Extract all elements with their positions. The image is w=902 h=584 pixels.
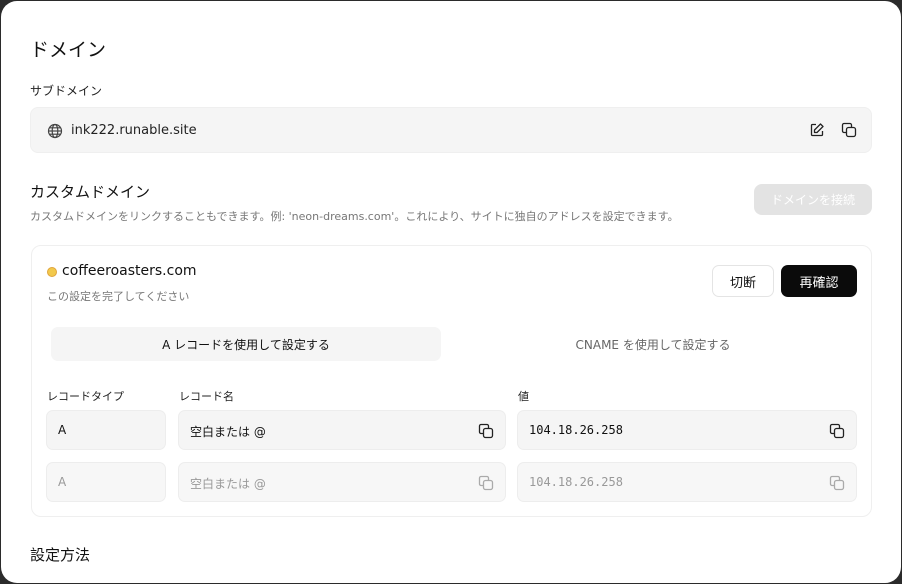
record-name-field: 空白または @ xyxy=(178,462,506,502)
subdomain-label: サブドメイン xyxy=(30,84,103,98)
copy-icon[interactable] xyxy=(840,121,858,139)
record-value: 104.18.26.258 xyxy=(529,423,623,437)
tab-cname[interactable]: CNAME を使用して設定する xyxy=(451,327,855,361)
custom-domain-description: カスタムドメインをリンクすることもできます。例: 'neon-dreams.co… xyxy=(30,210,679,223)
pending-status-icon xyxy=(47,267,57,277)
record-name-value: 空白または @ xyxy=(190,477,266,491)
domain-status-text: この設定を完了してください xyxy=(47,290,190,303)
copy-icon[interactable] xyxy=(477,474,495,492)
disconnect-button[interactable]: 切断 xyxy=(712,265,774,297)
edit-icon[interactable] xyxy=(808,121,826,139)
domain-name: coffeeroasters.com xyxy=(62,263,197,279)
record-name-field: 空白または @ xyxy=(178,410,506,450)
custom-domain-title: カスタムドメイン xyxy=(30,183,151,201)
subdomain-field: ink222.runable.site xyxy=(30,107,872,153)
record-name-value: 空白または @ xyxy=(190,425,266,439)
subdomain-value: ink222.runable.site xyxy=(71,123,197,138)
record-method-tabs: A レコードを使用して設定する CNAME を使用して設定する xyxy=(51,327,855,361)
copy-icon[interactable] xyxy=(477,422,495,440)
connect-domain-button[interactable]: ドメインを接続 xyxy=(754,184,872,215)
record-type-field: A xyxy=(46,462,166,502)
tab-a-record[interactable]: A レコードを使用して設定する xyxy=(51,327,441,361)
record-type-field: A xyxy=(46,410,166,450)
copy-icon[interactable] xyxy=(828,422,846,440)
copy-icon[interactable] xyxy=(828,474,846,492)
record-value-field: 104.18.26.258 xyxy=(517,462,857,502)
domain-card: coffeeroasters.com この設定を完了してください 切断 再確認 … xyxy=(31,245,872,517)
domain-settings-panel: ドメイン サブドメイン ink222.runable.site カスタムドメイン… xyxy=(1,1,901,583)
setup-title: 設定方法 xyxy=(30,546,91,564)
record-value-field: 104.18.26.258 xyxy=(517,410,857,450)
recheck-button[interactable]: 再確認 xyxy=(781,265,857,297)
record-value: 104.18.26.258 xyxy=(529,475,623,489)
record-type-value: A xyxy=(58,423,67,437)
column-record-type: レコードタイプ xyxy=(47,390,124,403)
page-title: ドメイン xyxy=(30,39,107,61)
globe-icon xyxy=(47,123,63,139)
column-value: 値 xyxy=(518,390,529,403)
column-record-name: レコード名 xyxy=(179,390,234,403)
record-type-value: A xyxy=(58,475,67,489)
